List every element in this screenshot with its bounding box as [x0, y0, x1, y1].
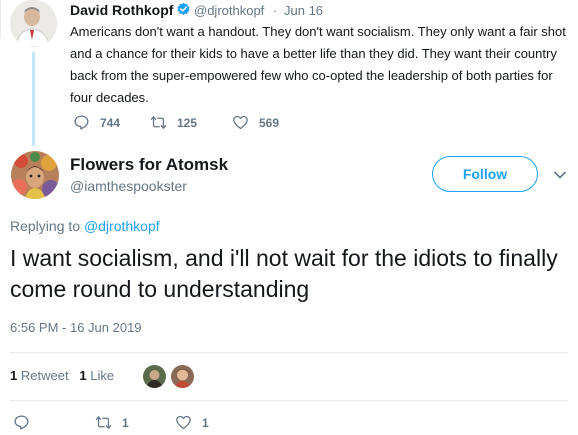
like-count: 569 [259, 115, 280, 130]
verified-badge-icon [177, 2, 190, 16]
tweet-text: I want socialism, and i'll not wait for … [10, 245, 558, 302]
tweet-timestamp[interactable]: 6:56 PM - 16 Jun 2019 [10, 320, 142, 335]
tweet-date[interactable]: Jun 16 [284, 3, 323, 18]
avatar[interactable] [171, 365, 194, 388]
like-button[interactable]: 1 [175, 414, 209, 431]
retweets-stat[interactable]: 1 Retweet [10, 368, 69, 383]
engagement-stats: 1 Retweet 1 Like [10, 368, 114, 383]
avatar[interactable] [143, 365, 166, 388]
author-handle[interactable]: @iamthespookster [70, 178, 187, 194]
replying-to-mention[interactable]: @djrothkopf [84, 218, 160, 234]
retweet-button[interactable]: 1 [95, 414, 129, 431]
chevron-down-icon[interactable] [553, 168, 567, 182]
avatar[interactable] [11, 151, 59, 199]
like-button[interactable]: 569 [232, 114, 279, 131]
retweet-button[interactable]: 125 [150, 114, 197, 131]
retweet-icon [150, 116, 167, 129]
divider [10, 352, 568, 353]
profile-photo-icon [11, 151, 59, 199]
retweet-stat-count: 1 [10, 368, 18, 383]
profile-photo-icon [143, 365, 166, 388]
thread-connector-line [32, 52, 35, 146]
author-name[interactable]: David Rothkopf [70, 2, 173, 18]
like-stat-count: 1 [79, 368, 87, 383]
retweet-icon [95, 416, 112, 429]
like-action-count: 1 [202, 415, 209, 430]
reply-icon [14, 415, 29, 430]
retweet-action-count: 1 [122, 415, 129, 430]
heart-icon [233, 115, 248, 130]
like-stat-label: Like [90, 368, 115, 383]
reply-count: 744 [100, 115, 121, 130]
retweet-count: 125 [177, 115, 198, 130]
separator-dot: · [273, 3, 278, 18]
stats-separator [0, 0, 1, 38]
retweet-stat-label: Retweet [20, 368, 69, 383]
author-handle[interactable]: @djrothkopf [194, 3, 264, 18]
reply-button[interactable] [13, 414, 30, 431]
tweet-text: Americans don't want a handout. They don… [70, 24, 566, 105]
likes-stat[interactable]: 1 Like [79, 368, 114, 383]
follow-button[interactable]: Follow [432, 156, 538, 192]
reply-button[interactable]: 744 [73, 114, 120, 131]
avatar[interactable] [10, 0, 57, 47]
author-name[interactable]: Flowers for Atomsk [70, 155, 228, 175]
replying-prefix: Replying to [10, 218, 81, 234]
profile-photo-icon [171, 365, 194, 388]
heart-icon [176, 415, 191, 430]
profile-photo-icon [10, 0, 57, 47]
replying-to: Replying to @djrothkopf [10, 218, 160, 234]
divider [10, 400, 568, 401]
reply-icon [74, 115, 89, 130]
